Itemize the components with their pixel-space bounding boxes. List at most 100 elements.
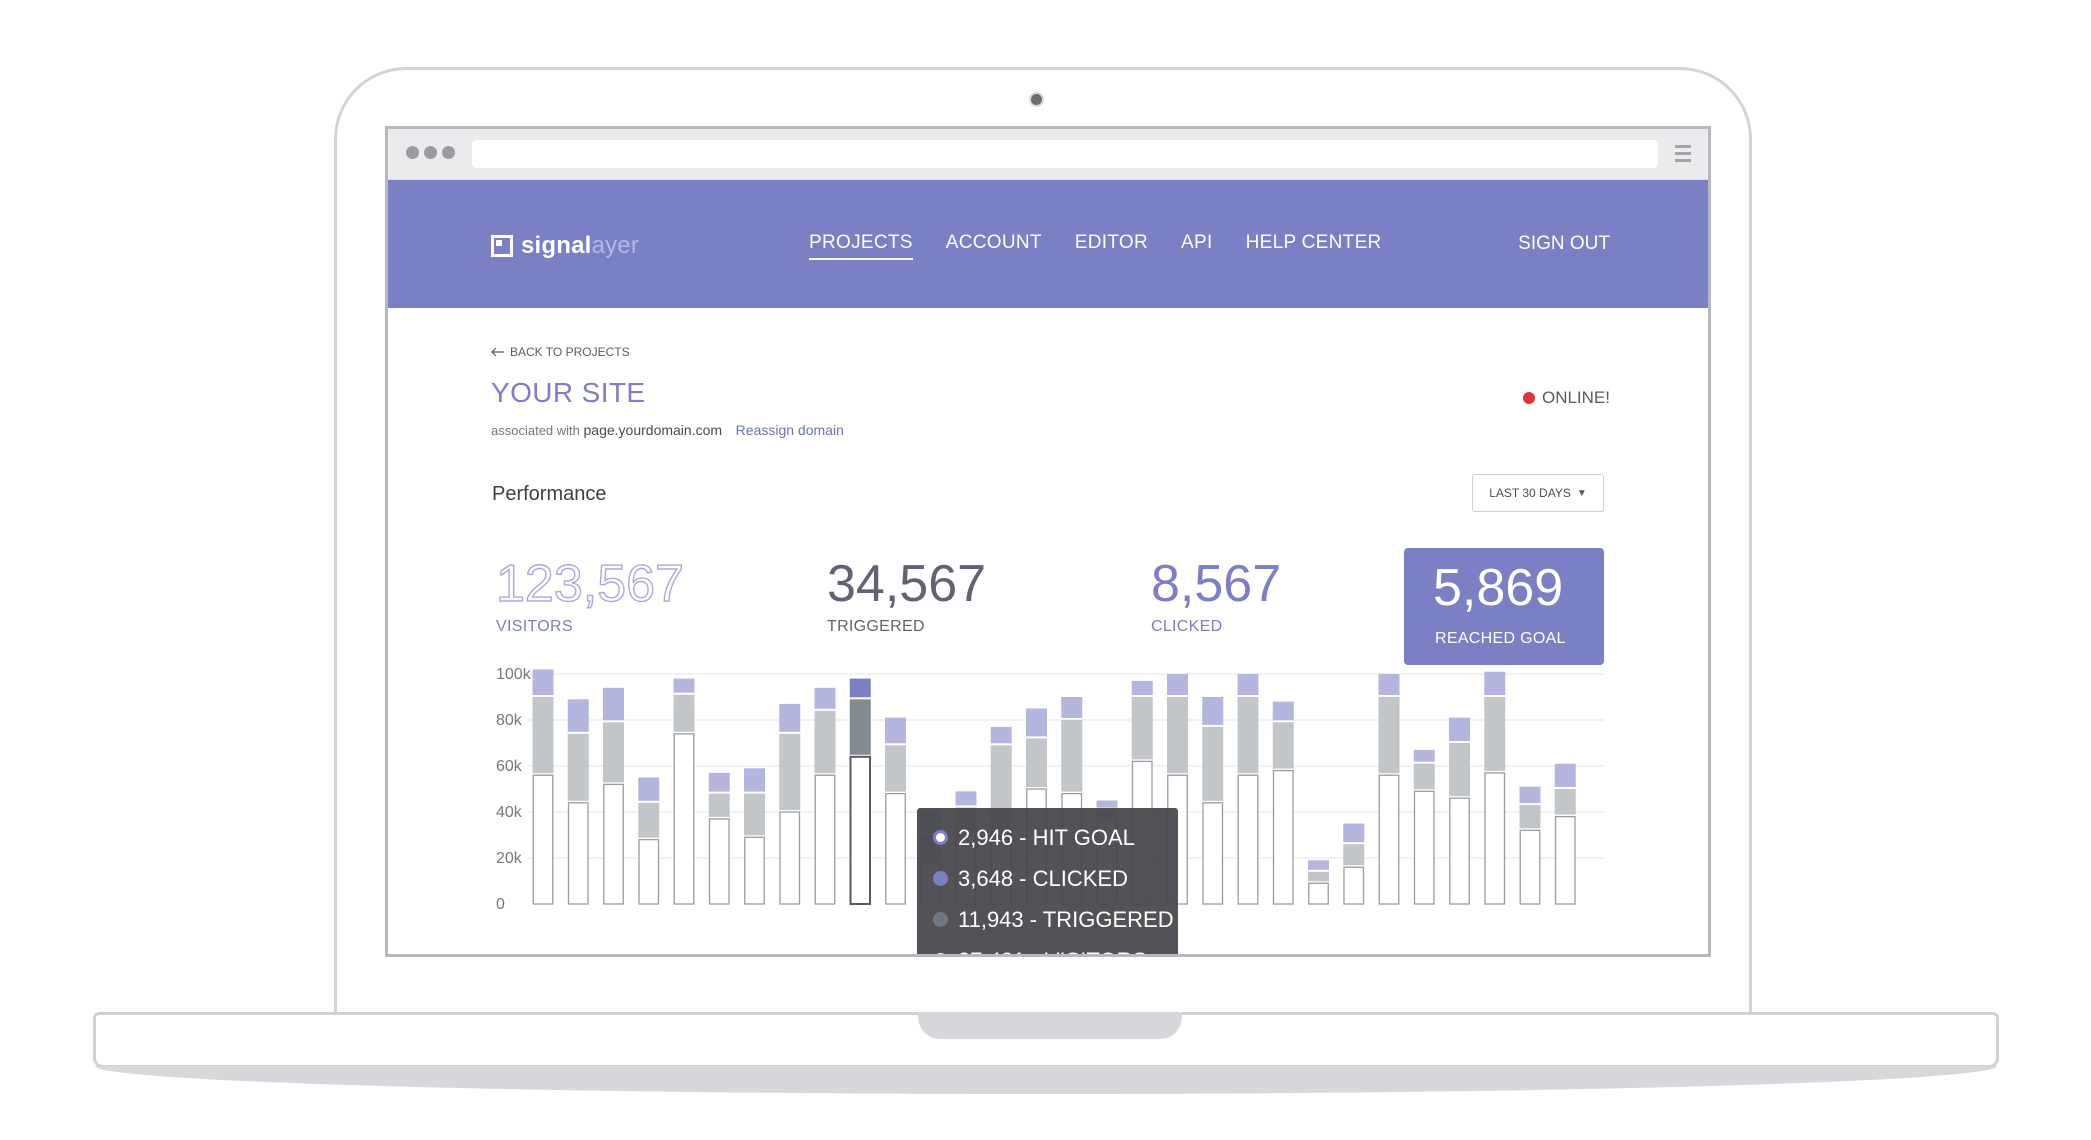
triggered-dot-icon [933, 912, 948, 927]
bar-clicked [955, 791, 977, 806]
stat-visitors-label: VISITORS [496, 618, 573, 635]
date-range-value: LAST 30 DAYS [1489, 486, 1571, 500]
nav-editor[interactable]: EDITOR [1075, 232, 1148, 260]
bar-clicked [1272, 701, 1294, 721]
tooltip-row-goal: 2,946 - HIT GOAL [917, 817, 1178, 858]
performance-heading: Performance [492, 483, 607, 505]
laptop-base-shadow [95, 1066, 1997, 1094]
bar-clicked [567, 699, 589, 732]
domain-info: associated with page.yourdomain.com Reas… [491, 422, 844, 438]
bar-visitors [1272, 769, 1294, 905]
visitors-dot-icon [933, 953, 948, 954]
bar-triggered [603, 722, 624, 783]
tooltip-clicked-text: 3,648 - CLICKED [958, 865, 1128, 891]
logo-text-light: ayer [591, 232, 640, 259]
tooltip-row-triggered: 11,943 - TRIGGERED [917, 899, 1178, 940]
browser-toolbar [388, 129, 1708, 180]
tooltip-visitors-text: 37,431 - VISITORS [958, 948, 1147, 955]
laptop-notch [918, 1012, 1182, 1039]
y-tick-label: 100k [496, 668, 532, 683]
bar-visitors [1413, 790, 1435, 905]
bar-triggered [1202, 726, 1224, 801]
y-tick-label: 0 [496, 896, 505, 913]
stat-reached-goal-label: REACHED GOAL [1435, 630, 1566, 647]
hamburger-menu-icon[interactable] [1675, 145, 1691, 166]
bar-visitors [1237, 774, 1259, 905]
bar-visitors [532, 774, 554, 905]
bar-visitors [708, 818, 730, 905]
address-bar[interactable] [472, 140, 1658, 168]
stat-clicked-value: 8,567 [1151, 555, 1282, 613]
window-dot-icon[interactable] [406, 146, 419, 159]
stat-reached-goal-value: 5,869 [1433, 559, 1564, 617]
bar-triggered [1343, 844, 1365, 866]
bar-triggered [814, 710, 836, 774]
bar-clicked [1026, 708, 1047, 737]
bar-triggered [673, 694, 695, 732]
status-text: ONLINE! [1541, 388, 1610, 407]
y-tick-label: 40k [496, 804, 523, 821]
top-navbar: signalayer PROJECTS ACCOUNT EDITOR API H… [388, 180, 1708, 308]
stat-triggered-value: 34,567 [827, 555, 987, 613]
main-nav: PROJECTS ACCOUNT EDITOR API HELP CENTER [809, 232, 1415, 260]
bar-triggered [1554, 789, 1576, 815]
screen: signalayer PROJECTS ACCOUNT EDITOR API H… [385, 126, 1711, 957]
logo[interactable]: signalayer [491, 232, 639, 260]
bar-triggered [1272, 722, 1294, 769]
arrow-left-icon [491, 347, 504, 357]
window-dot-icon[interactable] [442, 146, 455, 159]
bar-triggered [1131, 697, 1153, 760]
bar-clicked [849, 678, 871, 698]
bar-clicked [708, 772, 730, 792]
bar-clicked [532, 669, 554, 695]
y-tick-label: 20k [496, 850, 523, 867]
date-range-select[interactable]: LAST 30 DAYS ▼ [1472, 474, 1604, 512]
reassign-domain-link[interactable]: Reassign domain [736, 422, 844, 438]
bar-visitors [1519, 829, 1541, 905]
bar-clicked [1554, 763, 1576, 787]
bar-visitors [567, 802, 589, 905]
bar-visitors [814, 774, 836, 905]
page-content: BACK TO PROJECTS YOUR SITE associated wi… [388, 308, 1708, 955]
bar-clicked [1167, 674, 1188, 695]
stat-clicked: 8,567 CLICKED [1151, 558, 1281, 636]
tooltip-row-visitors: 37,431 - VISITORS [917, 940, 1178, 955]
nav-projects[interactable]: PROJECTS [809, 232, 913, 260]
bar-visitors [673, 733, 695, 905]
bar-clicked [1308, 860, 1329, 870]
back-label: BACK TO PROJECTS [510, 345, 630, 359]
stat-reached-goal[interactable]: 5,869 REACHED GOAL [1404, 548, 1604, 665]
clicked-dot-icon [933, 871, 948, 886]
y-tick-label: 80k [496, 712, 523, 729]
bar-visitors [744, 836, 765, 905]
bar-clicked [1413, 749, 1435, 762]
bar-visitors [885, 792, 906, 905]
bar-triggered [638, 802, 660, 838]
bar-triggered [1449, 743, 1470, 797]
bar-clicked [1519, 786, 1541, 804]
bar-triggered [1061, 720, 1083, 792]
bar-clicked [1202, 697, 1224, 725]
sign-out-link[interactable]: SIGN OUT [1518, 233, 1610, 255]
bar-visitors [849, 755, 871, 905]
bar-triggered [1167, 697, 1188, 774]
bar-visitors [638, 838, 660, 905]
camera-icon [1031, 94, 1042, 105]
window-controls[interactable] [406, 146, 455, 159]
bar-visitors [1202, 802, 1224, 905]
nav-account[interactable]: ACCOUNT [946, 232, 1042, 260]
stat-visitors-value: 123,567 [495, 555, 684, 613]
bar-visitors [1484, 772, 1506, 905]
bar-visitors [603, 783, 624, 905]
bar-clicked [1484, 671, 1506, 695]
window-dot-icon[interactable] [424, 146, 437, 159]
nav-help-center[interactable]: HELP CENTER [1246, 232, 1382, 260]
status-dot-icon [1522, 392, 1535, 404]
back-to-projects-link[interactable]: BACK TO PROJECTS [491, 345, 630, 359]
nav-api[interactable]: API [1181, 232, 1213, 260]
bar-triggered [849, 699, 871, 755]
chart-tooltip: 2,946 - HIT GOAL 3,648 - CLICKED 11,943 … [917, 808, 1178, 955]
bar-clicked [990, 726, 1012, 744]
logo-text: signalayer [521, 232, 639, 260]
bar-visitors [1554, 815, 1576, 905]
